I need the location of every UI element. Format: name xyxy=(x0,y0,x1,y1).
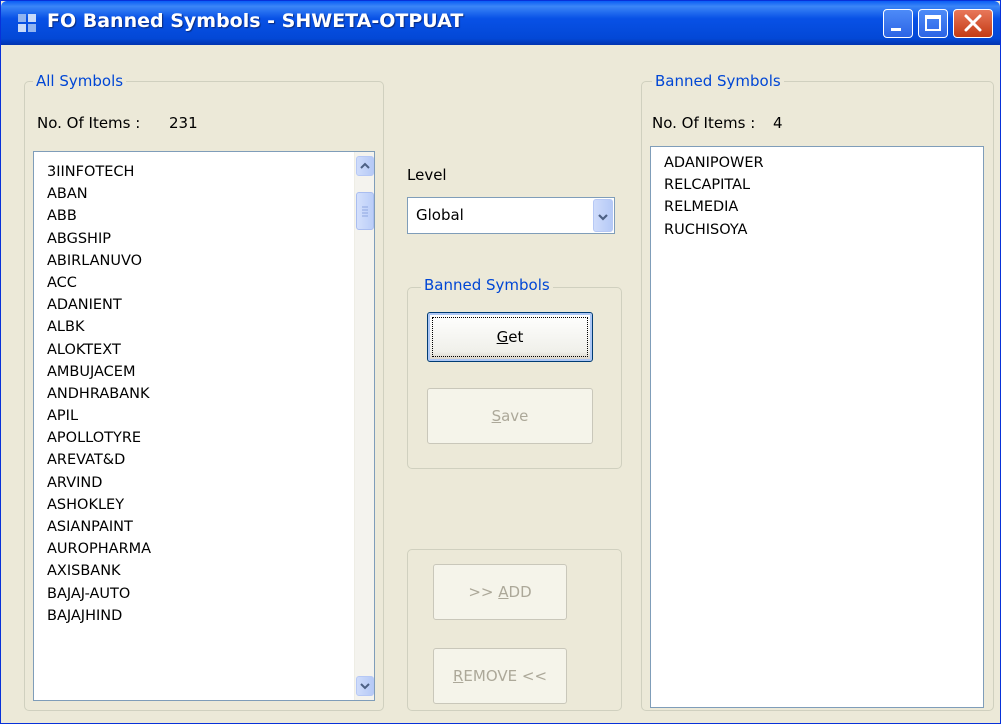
add-button[interactable]: >> ADD xyxy=(433,564,567,620)
banned-symbols-listbox[interactable]: ADANIPOWER RELCAPITAL RELMEDIA RUCHISOYA xyxy=(650,146,984,708)
list-item[interactable]: ACC xyxy=(47,272,151,294)
list-item[interactable]: ARVIND xyxy=(47,472,151,494)
maximize-button[interactable] xyxy=(918,9,948,38)
list-item[interactable]: ADANIENT xyxy=(47,294,151,316)
banned-symbols-count-label: No. Of Items : xyxy=(652,114,756,132)
close-icon xyxy=(964,14,982,32)
level-dropdown-button[interactable] xyxy=(593,199,613,232)
grip-icon xyxy=(362,206,368,217)
remove-mnemonic: R xyxy=(452,667,464,685)
banned-actions-group-label: Banned Symbols xyxy=(421,276,553,294)
remove-button[interactable]: REMOVE << xyxy=(433,648,567,704)
remove-label-rest: EMOVE << xyxy=(463,667,548,685)
all-symbols-scrollbar[interactable] xyxy=(354,152,374,700)
list-item[interactable]: ABB xyxy=(47,205,151,227)
scroll-thumb[interactable] xyxy=(356,192,374,230)
add-prefix: >> xyxy=(468,583,499,601)
list-item[interactable]: ABGSHIP xyxy=(47,228,151,250)
list-item[interactable]: ASIANPAINT xyxy=(47,516,151,538)
close-button[interactable] xyxy=(953,9,993,38)
list-item[interactable]: RELCAPITAL xyxy=(664,174,764,196)
all-symbols-count-label: No. Of Items : xyxy=(37,114,141,132)
all-symbols-count-value: 231 xyxy=(169,114,198,132)
get-button-label: Get xyxy=(428,328,592,346)
list-item[interactable]: APOLLOTYRE xyxy=(47,427,151,449)
list-item[interactable]: ABIRLANUVO xyxy=(47,250,151,272)
app-icon xyxy=(18,14,36,32)
window-title: FO Banned Symbols - SHWETA-OTPUAT xyxy=(47,10,464,32)
list-item[interactable]: BAJAJ-AUTO xyxy=(47,583,151,605)
list-item[interactable]: ALOKTEXT xyxy=(47,339,151,361)
list-item[interactable]: RUCHISOYA xyxy=(664,219,764,241)
level-label: Level xyxy=(407,166,447,184)
list-item[interactable]: AREVAT&D xyxy=(47,449,151,471)
scroll-up-button[interactable] xyxy=(356,156,374,176)
chevron-down-icon xyxy=(598,214,608,221)
banned-symbols-count-value: 4 xyxy=(773,114,783,132)
add-button-label: >> ADD xyxy=(434,583,566,601)
level-selected-value: Global xyxy=(416,206,464,224)
list-item[interactable]: ASHOKLEY xyxy=(47,494,151,516)
chevron-down-icon xyxy=(360,683,370,690)
minimize-button[interactable] xyxy=(883,9,913,38)
list-item[interactable]: ANDHRABANK xyxy=(47,383,151,405)
list-item[interactable]: ADANIPOWER xyxy=(664,152,764,174)
level-dropdown[interactable]: Global xyxy=(407,197,615,234)
remove-button-label: REMOVE << xyxy=(434,667,566,685)
all-symbols-group-label: All Symbols xyxy=(33,72,127,90)
list-item[interactable]: BAJAJHIND xyxy=(47,605,151,627)
save-button[interactable]: Save xyxy=(427,388,593,444)
maximize-icon xyxy=(925,15,941,31)
all-symbols-list: 3IINFOTECH ABAN ABB ABGSHIP ABIRLANUVO ACC ADA… xyxy=(47,161,151,627)
list-item[interactable]: APIL xyxy=(47,405,151,427)
list-item[interactable]: RELMEDIA xyxy=(664,196,764,218)
chevron-up-icon xyxy=(360,162,370,169)
fo-banned-symbols-window: FO Banned Symbols - SHWETA-OTPUAT All Sy… xyxy=(0,0,1001,724)
banned-symbols-list: ADANIPOWER RELCAPITAL RELMEDIA RUCHISOYA xyxy=(664,152,764,241)
list-item[interactable]: AMBUJACEM xyxy=(47,361,151,383)
list-item[interactable]: AUROPHARMA xyxy=(47,538,151,560)
save-button-label: Save xyxy=(428,407,592,425)
list-item[interactable]: ALBK xyxy=(47,316,151,338)
scroll-down-button[interactable] xyxy=(356,676,374,696)
minimize-icon xyxy=(891,28,901,31)
add-label-rest: DD xyxy=(508,583,532,601)
list-item[interactable]: 3IINFOTECH xyxy=(47,161,151,183)
save-mnemonic: S xyxy=(491,407,502,425)
banned-symbols-group-label: Banned Symbols xyxy=(652,72,784,90)
title-bar[interactable]: FO Banned Symbols - SHWETA-OTPUAT xyxy=(1,1,1000,45)
list-item[interactable]: ABAN xyxy=(47,183,151,205)
save-label-rest: ave xyxy=(501,407,529,425)
get-button[interactable]: Get xyxy=(427,312,593,362)
get-mnemonic: G xyxy=(496,328,509,346)
get-label-rest: et xyxy=(508,328,524,346)
all-symbols-listbox[interactable]: 3IINFOTECH ABAN ABB ABGSHIP ABIRLANUVO ACC ADA… xyxy=(33,151,375,701)
add-mnemonic: A xyxy=(498,583,509,601)
list-item[interactable]: AXISBANK xyxy=(47,560,151,582)
